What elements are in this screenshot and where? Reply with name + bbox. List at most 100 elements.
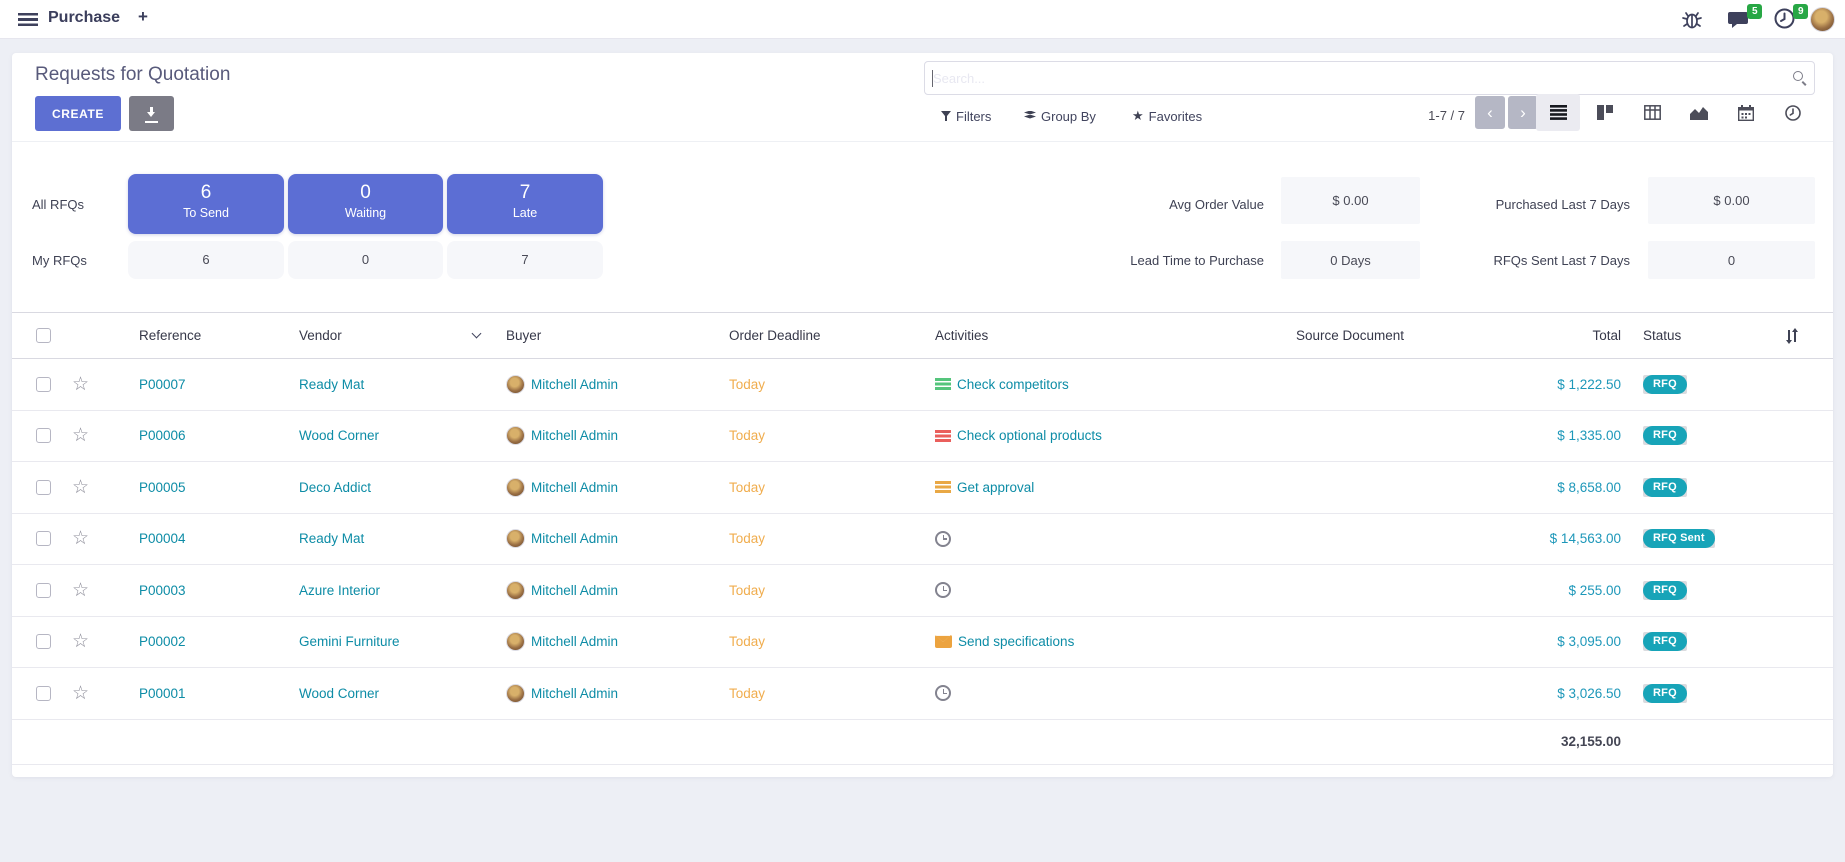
header-total[interactable]: Total — [1460, 313, 1621, 358]
activity-label[interactable]: Check optional products — [957, 428, 1102, 443]
select-all-checkbox[interactable] — [36, 328, 51, 343]
tile-my-waiting[interactable]: 0 — [288, 241, 443, 279]
row-checkbox[interactable] — [36, 377, 51, 392]
export-button[interactable] — [129, 96, 174, 131]
buyer-link[interactable]: Mitchell Admin — [531, 634, 618, 649]
metric-avg-order-value: $ 0.00 — [1281, 177, 1420, 224]
tile-to-send[interactable]: 6 To Send — [128, 174, 284, 234]
activity-icon[interactable] — [935, 481, 951, 493]
view-graph-button[interactable] — [1677, 94, 1721, 131]
prev-page-button[interactable]: ‹ — [1475, 96, 1505, 129]
row-checkbox[interactable] — [36, 583, 51, 598]
debug-bug-icon[interactable] — [1681, 7, 1707, 33]
activities-clock-icon[interactable]: 9 — [1773, 7, 1799, 33]
activity-icon[interactable] — [935, 430, 951, 442]
column-adjust-icon[interactable] — [1785, 329, 1799, 343]
total-amount: $ 14,563.00 — [1550, 531, 1621, 546]
buyer-link[interactable]: Mitchell Admin — [531, 686, 618, 701]
buyer-link[interactable]: Mitchell Admin — [531, 377, 618, 392]
view-pivot-button[interactable] — [1630, 94, 1674, 131]
activity-icon[interactable] — [935, 582, 951, 598]
reference-link[interactable]: P00002 — [139, 634, 186, 649]
activity-icon[interactable] — [935, 635, 952, 648]
star-outline-icon[interactable]: ☆ — [72, 375, 89, 394]
row-checkbox[interactable] — [36, 634, 51, 649]
table-row[interactable]: ☆ P00003 Azure Interior Mitchell Admin T… — [12, 565, 1833, 617]
search-input[interactable] — [933, 62, 1773, 94]
pager-range: 1-7 / 7 — [1428, 108, 1465, 123]
buyer-link[interactable]: Mitchell Admin — [531, 583, 618, 598]
table-row[interactable]: ☆ P00002 Gemini Furniture Mitchell Admin… — [12, 617, 1833, 669]
star-outline-icon[interactable]: ☆ — [72, 632, 89, 651]
table-row[interactable]: ☆ P00006 Wood Corner Mitchell Admin Toda… — [12, 411, 1833, 463]
next-page-button[interactable]: › — [1508, 96, 1538, 129]
row-checkbox[interactable] — [36, 686, 51, 701]
header-vendor[interactable]: Vendor — [287, 313, 494, 358]
star-outline-icon[interactable]: ☆ — [72, 478, 89, 497]
metric-lead-time-label: Lead Time to Purchase — [1130, 253, 1264, 268]
tile-my-to-send[interactable]: 6 — [128, 241, 284, 279]
messages-icon[interactable]: 5 — [1727, 7, 1753, 33]
group-by-button[interactable]: Group By — [1024, 105, 1096, 127]
tile-my-late[interactable]: 7 — [447, 241, 603, 279]
vendor-link[interactable]: Azure Interior — [299, 583, 380, 598]
reference-link[interactable]: P00006 — [139, 428, 186, 443]
activity-icon[interactable] — [935, 378, 951, 390]
header-buyer[interactable]: Buyer — [494, 313, 717, 358]
activity-label[interactable]: Get approval — [957, 480, 1034, 495]
tile-waiting[interactable]: 0 Waiting — [288, 174, 443, 234]
table-row[interactable]: ☆ P00004 Ready Mat Mitchell Admin Today … — [12, 514, 1833, 566]
apps-menu-icon[interactable] — [18, 13, 38, 26]
view-calendar-button[interactable] — [1724, 94, 1768, 131]
reference-link[interactable]: P00005 — [139, 480, 186, 495]
buyer-link[interactable]: Mitchell Admin — [531, 531, 618, 546]
view-activity-button[interactable] — [1771, 94, 1815, 131]
filter-all-rfqs[interactable]: All RFQs — [32, 197, 84, 212]
view-kanban-button[interactable] — [1583, 94, 1627, 131]
star-outline-icon[interactable]: ☆ — [72, 529, 89, 548]
tile-late[interactable]: 7 Late — [447, 174, 603, 234]
tile-late-label: Late — [447, 206, 603, 220]
user-avatar[interactable] — [1810, 7, 1835, 32]
favorites-button[interactable]: ★ Favorites — [1132, 105, 1202, 127]
reference-link[interactable]: P00003 — [139, 583, 186, 598]
activity-label[interactable]: Check competitors — [957, 377, 1069, 392]
activity-label[interactable]: Send specifications — [958, 634, 1074, 649]
vendor-link[interactable]: Ready Mat — [299, 377, 364, 392]
reference-link[interactable]: P00004 — [139, 531, 186, 546]
view-list-button[interactable] — [1536, 94, 1580, 131]
row-checkbox[interactable] — [36, 428, 51, 443]
header-source-document[interactable]: Source Document — [1284, 313, 1460, 358]
buyer-link[interactable]: Mitchell Admin — [531, 428, 618, 443]
order-deadline: Today — [729, 377, 765, 392]
filters-button[interactable]: Filters — [941, 105, 991, 127]
favorites-label: Favorites — [1149, 109, 1202, 124]
table-row[interactable]: ☆ P00005 Deco Addict Mitchell Admin Toda… — [12, 462, 1833, 514]
reference-link[interactable]: P00001 — [139, 686, 186, 701]
vendor-link[interactable]: Deco Addict — [299, 480, 371, 495]
buyer-link[interactable]: Mitchell Admin — [531, 480, 618, 495]
star-outline-icon[interactable]: ☆ — [72, 684, 89, 703]
app-name[interactable]: Purchase — [48, 9, 120, 27]
search-icon[interactable] — [1793, 71, 1803, 81]
header-order-deadline[interactable]: Order Deadline — [717, 313, 923, 358]
star-outline-icon[interactable]: ☆ — [72, 581, 89, 600]
vendor-link[interactable]: Ready Mat — [299, 531, 364, 546]
filter-my-rfqs[interactable]: My RFQs — [32, 253, 87, 268]
activity-icon[interactable] — [935, 685, 951, 701]
vendor-link[interactable]: Gemini Furniture — [299, 634, 400, 649]
new-tab-button[interactable]: + — [138, 7, 148, 27]
header-status[interactable]: Status — [1621, 313, 1750, 358]
create-button[interactable]: CREATE — [35, 96, 121, 131]
header-activities[interactable]: Activities — [923, 313, 1284, 358]
star-outline-icon[interactable]: ☆ — [72, 426, 89, 445]
reference-link[interactable]: P00007 — [139, 377, 186, 392]
table-row[interactable]: ☆ P00007 Ready Mat Mitchell Admin Today … — [12, 359, 1833, 411]
header-reference[interactable]: Reference — [116, 313, 287, 358]
row-checkbox[interactable] — [36, 480, 51, 495]
row-checkbox[interactable] — [36, 531, 51, 546]
table-row[interactable]: ☆ P00001 Wood Corner Mitchell Admin Toda… — [12, 668, 1833, 720]
vendor-link[interactable]: Wood Corner — [299, 686, 379, 701]
vendor-link[interactable]: Wood Corner — [299, 428, 379, 443]
activity-icon[interactable] — [935, 531, 951, 547]
